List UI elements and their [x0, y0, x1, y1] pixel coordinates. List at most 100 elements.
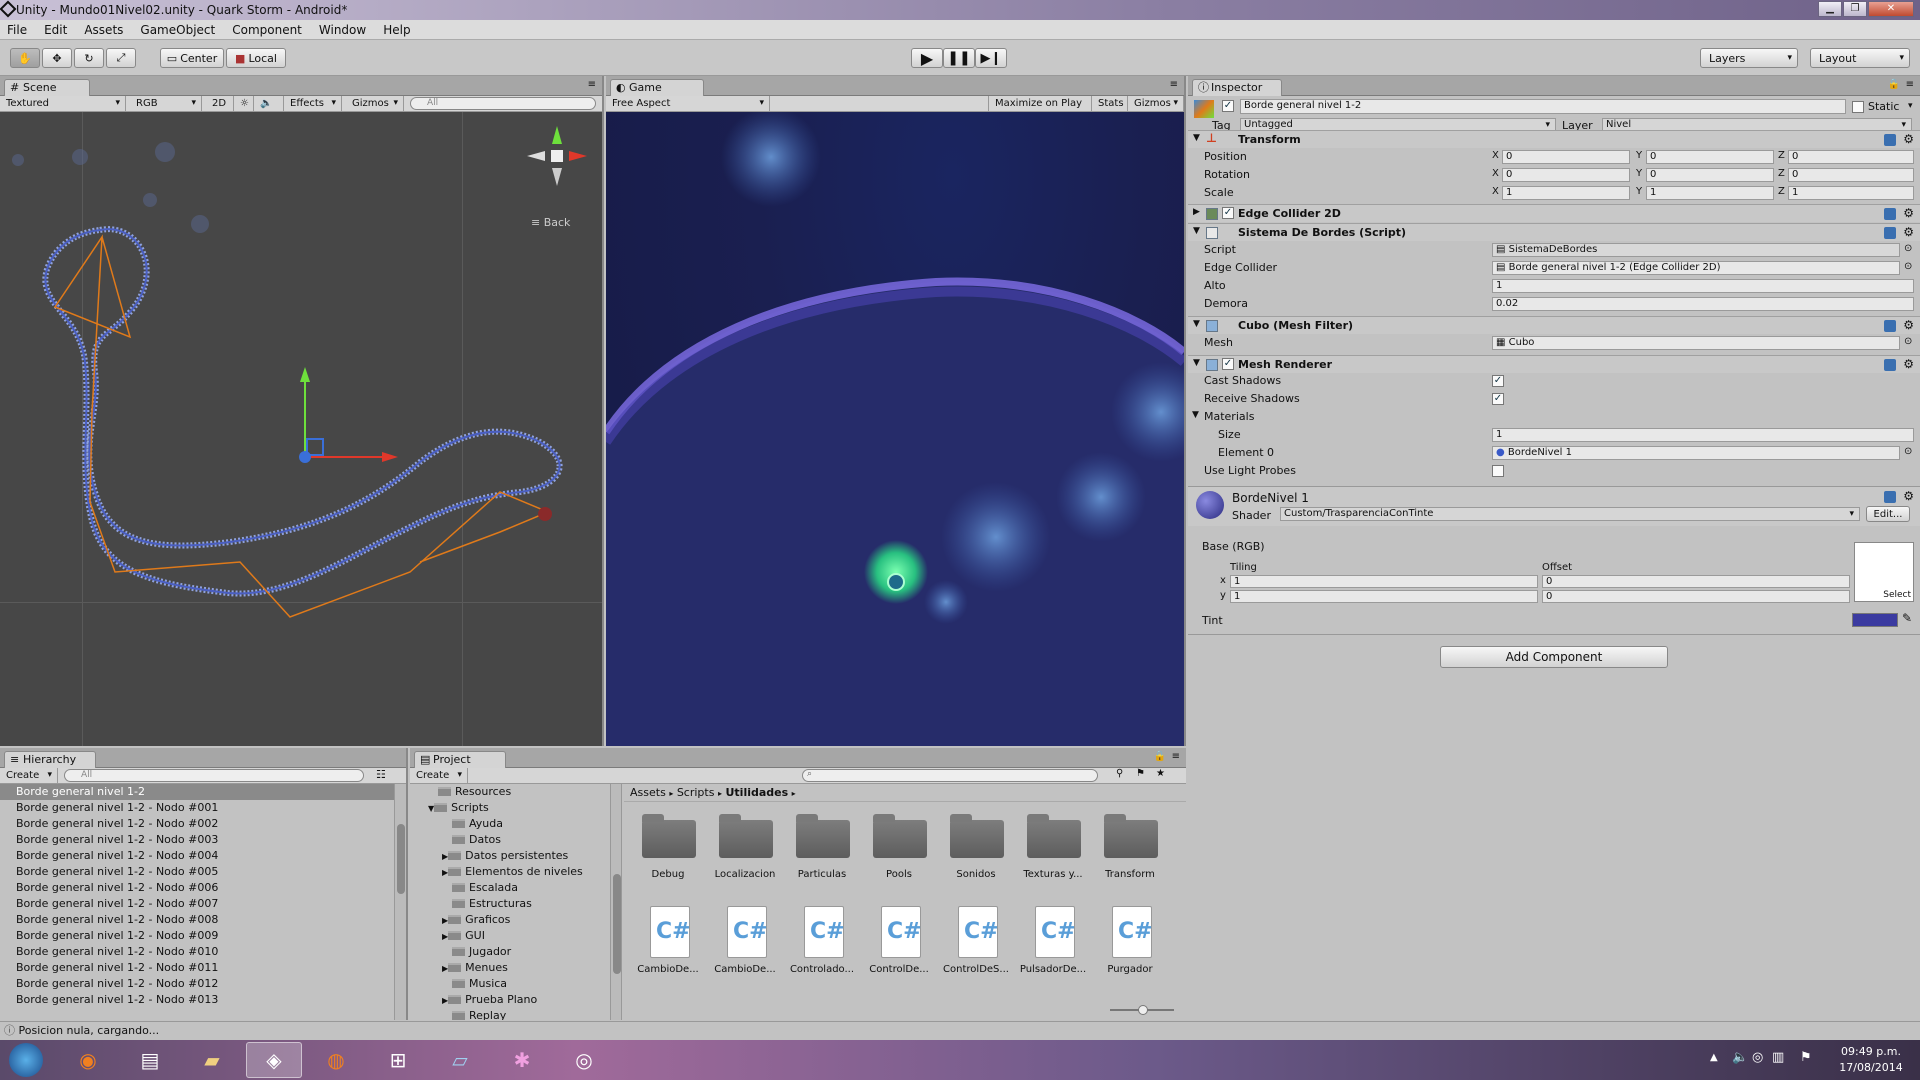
- scale-x[interactable]: 1: [1502, 186, 1630, 200]
- static-dropdown-icon[interactable]: ▾: [1908, 101, 1913, 111]
- object-name-field[interactable]: Borde general nivel 1-2: [1240, 99, 1846, 114]
- restore-button[interactable]: ❐: [1843, 1, 1867, 17]
- tab-scene[interactable]: # Scene: [4, 79, 90, 96]
- tree-item-datos[interactable]: Datos: [452, 832, 501, 848]
- list-item[interactable]: Borde general nivel 1-2 - Nodo #003: [0, 832, 394, 848]
- game-viewport[interactable]: [606, 112, 1184, 746]
- edge-collider-enabled-checkbox[interactable]: ✓: [1222, 207, 1234, 219]
- layout-dropdown[interactable]: Layout: [1810, 48, 1910, 68]
- steam-tray-icon[interactable]: ◎: [1752, 1050, 1763, 1065]
- help-icon[interactable]: [1884, 208, 1896, 220]
- script-asset[interactable]: C# PulsadorDe...: [1020, 904, 1086, 994]
- tree-item-scripts[interactable]: ▼ Scripts: [428, 800, 489, 816]
- list-item[interactable]: Borde general nivel 1-2 - Nodo #012: [0, 976, 394, 992]
- cast-shadows-checkbox[interactable]: ✓: [1492, 375, 1504, 387]
- add-component-button[interactable]: Add Component: [1440, 646, 1668, 668]
- gear-icon[interactable]: ⚙: [1903, 357, 1914, 371]
- active-checkbox[interactable]: ✓: [1222, 100, 1234, 112]
- filter-icon[interactable]: ☷: [376, 768, 386, 781]
- taskbar-unity[interactable]: ◈: [246, 1042, 302, 1078]
- help-icon[interactable]: [1884, 359, 1896, 371]
- project-menu-icon[interactable]: ≡: [1172, 751, 1180, 762]
- breadcrumb-assets[interactable]: Assets: [630, 786, 666, 799]
- hierarchy-scrollbar[interactable]: [394, 784, 406, 1020]
- offset-y-field[interactable]: 0: [1542, 590, 1850, 603]
- list-item[interactable]: Borde general nivel 1-2 - Nodo #013: [0, 992, 394, 1008]
- tiling-x-field[interactable]: 1: [1230, 575, 1538, 588]
- filter-label-icon[interactable]: ⚑: [1136, 768, 1145, 779]
- lighting-toggle[interactable]: ☼: [234, 96, 254, 112]
- network-icon[interactable]: ▥: [1772, 1050, 1784, 1065]
- scene-viewport[interactable]: ≡ Back: [0, 112, 602, 746]
- position-x[interactable]: 0: [1502, 150, 1630, 164]
- alto-field[interactable]: 1: [1492, 279, 1914, 293]
- rotation-x[interactable]: 0: [1502, 168, 1630, 182]
- script-asset[interactable]: C# Purgador: [1100, 904, 1160, 994]
- color-mode-dropdown[interactable]: RGB: [130, 96, 202, 112]
- size-field[interactable]: 1: [1492, 428, 1914, 442]
- taskbar-blender[interactable]: ◍: [308, 1042, 364, 1078]
- volume-icon[interactable]: 🔈: [1732, 1050, 1748, 1065]
- scene-search-input[interactable]: All: [410, 97, 596, 110]
- stats-toggle[interactable]: Stats: [1092, 96, 1128, 112]
- 2d-toggle[interactable]: 2D: [206, 96, 234, 112]
- breadcrumb-utilidades[interactable]: Utilidades: [725, 786, 788, 799]
- game-gizmos-dropdown[interactable]: Gizmos: [1128, 96, 1184, 112]
- list-item[interactable]: Borde general nivel 1-2 - Nodo #008: [0, 912, 394, 928]
- project-lock-icon[interactable]: 🔒: [1154, 751, 1166, 762]
- render-mode-dropdown[interactable]: Textured: [0, 96, 126, 112]
- help-icon[interactable]: [1884, 134, 1896, 146]
- scale-y[interactable]: 1: [1646, 186, 1774, 200]
- script-asset[interactable]: C# ControlDeS...: [943, 904, 1009, 994]
- menu-window[interactable]: Window: [319, 23, 366, 37]
- help-icon[interactable]: [1884, 227, 1896, 239]
- tab-inspector[interactable]: ⓘ Inspector: [1192, 79, 1282, 96]
- list-item[interactable]: Borde general nivel 1-2 - Nodo #006: [0, 880, 394, 896]
- start-button[interactable]: [0, 1042, 52, 1078]
- rotation-y[interactable]: 0: [1646, 168, 1774, 182]
- tree-item-prueba-plano[interactable]: ▶ Prueba Plano: [442, 992, 537, 1008]
- taskbar-paint[interactable]: ✱: [494, 1042, 550, 1078]
- hierarchy-item-selected[interactable]: Borde general nivel 1-2: [0, 784, 394, 800]
- mesh-renderer-enabled-checkbox[interactable]: ✓: [1222, 358, 1234, 370]
- mesh-filter-header[interactable]: ▼ Cubo (Mesh Filter) ⚙: [1188, 316, 1920, 334]
- menu-gameobject[interactable]: GameObject: [140, 23, 215, 37]
- step-button[interactable]: ▶❙: [975, 48, 1007, 68]
- list-item[interactable]: Borde general nivel 1-2 - Nodo #010: [0, 944, 394, 960]
- tray-expand-icon[interactable]: ▲: [1710, 1052, 1718, 1063]
- menu-component[interactable]: Component: [232, 23, 302, 37]
- breadcrumb-scripts[interactable]: Scripts: [677, 786, 715, 799]
- pause-button[interactable]: ❚❚: [943, 48, 975, 68]
- favorite-star-icon[interactable]: ★: [1156, 768, 1165, 779]
- taskbar-clock[interactable]: 09:49 p.m. 17/08/2014: [1832, 1044, 1910, 1076]
- scale-tool-button[interactable]: ⤢: [106, 48, 136, 68]
- gear-icon[interactable]: ⚙: [1903, 225, 1914, 239]
- menu-edit[interactable]: Edit: [44, 23, 67, 37]
- audio-toggle[interactable]: 🔈: [254, 96, 284, 112]
- tab-game[interactable]: ◐ Game: [610, 79, 704, 96]
- list-item[interactable]: Borde general nivel 1-2 - Nodo #009: [0, 928, 394, 944]
- shader-edit-button[interactable]: Edit...: [1866, 506, 1910, 522]
- object-picker-icon[interactable]: ⊙: [1904, 336, 1912, 347]
- tree-item-estructuras[interactable]: Estructuras: [452, 896, 532, 912]
- gear-icon[interactable]: ⚙: [1903, 489, 1914, 503]
- demora-field[interactable]: 0.02: [1492, 297, 1914, 311]
- position-z[interactable]: 0: [1788, 150, 1914, 164]
- tab-hierarchy[interactable]: ≡ Hierarchy: [4, 751, 96, 768]
- taskbar-libraries[interactable]: ▤: [122, 1042, 178, 1078]
- offset-x-field[interactable]: 0: [1542, 575, 1850, 588]
- help-icon[interactable]: [1884, 491, 1896, 503]
- aspect-dropdown[interactable]: Free Aspect: [606, 96, 770, 112]
- folder-localizacion[interactable]: Localizacion: [715, 810, 775, 900]
- list-item[interactable]: Borde general nivel 1-2 - Nodo #011: [0, 960, 394, 976]
- orientation-gizmo[interactable]: [525, 124, 595, 204]
- list-item[interactable]: Borde general nivel 1-2 - Nodo #002: [0, 816, 394, 832]
- tree-item-elementos[interactable]: ▶ Elementos de niveles: [442, 864, 583, 880]
- folder-debug[interactable]: Debug: [638, 810, 698, 900]
- close-button[interactable]: ✕: [1868, 1, 1914, 17]
- action-center-icon[interactable]: ⚑: [1800, 1050, 1812, 1065]
- tree-item-graficos[interactable]: ▶ Graficos: [442, 912, 510, 928]
- menu-help[interactable]: Help: [383, 23, 410, 37]
- script-asset[interactable]: C# CambioDe...: [714, 904, 776, 994]
- list-item[interactable]: Borde general nivel 1-2 - Nodo #007: [0, 896, 394, 912]
